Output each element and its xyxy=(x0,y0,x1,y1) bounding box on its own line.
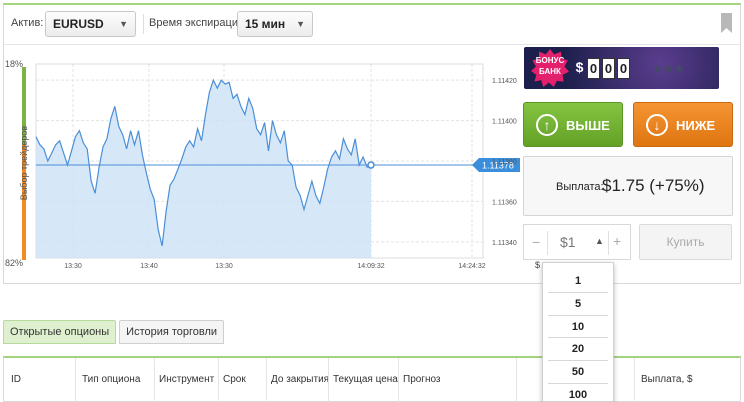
bonus-currency: $ xyxy=(575,59,584,75)
column-header: Текущая цена xyxy=(333,374,398,385)
amount-dropdown: 1 5 10 20 50 100 xyxy=(542,262,614,402)
toolbar: Актив: EURUSD ▼ Время экспирации: 15 мин… xyxy=(4,5,740,45)
dropdown-arrow-icon[interactable]: ▲ xyxy=(595,236,604,246)
increase-icon[interactable]: + xyxy=(613,233,621,249)
column-divider xyxy=(328,358,329,402)
column-divider xyxy=(75,358,76,402)
tab-open-options[interactable]: Открытые опционы xyxy=(3,320,117,344)
bonus-line-2: БАНК xyxy=(539,67,561,76)
chart-area: Выбор трейдеров xyxy=(9,58,491,272)
amount-option[interactable]: 5 xyxy=(548,293,608,316)
star-icon: ★★★ xyxy=(652,61,685,76)
amount-option[interactable]: 50 xyxy=(548,361,608,384)
toolbar-divider xyxy=(143,14,144,34)
traders-choice-label: Выбор трейдеров xyxy=(19,125,29,201)
expiry-label: Время экспирации: xyxy=(149,17,248,29)
column-header: Тип опциона xyxy=(82,374,141,385)
amount-option[interactable]: 100 xyxy=(548,384,608,402)
column-header: Выплата, $ xyxy=(641,374,693,385)
expiry-select-value: 15 мин xyxy=(245,17,286,31)
payout-label: Выплата: xyxy=(556,181,604,193)
asset-label: Актив: xyxy=(11,17,44,29)
call-button[interactable]: ↑ ВЫШЕ xyxy=(523,102,623,147)
column-divider xyxy=(218,358,219,402)
column-header: До закрытия xyxy=(271,374,330,385)
arrow-up-icon: ↑ xyxy=(536,114,558,136)
asset-select[interactable]: EURUSD ▼ xyxy=(45,11,136,37)
payout-box: Выплата: $1.75 (+75%) xyxy=(523,156,733,216)
bonus-bank-banner[interactable]: БОНУС БАНК $ 0 0 0 ★★★ xyxy=(524,47,719,89)
column-header: Инструмент xyxy=(159,374,215,385)
call-button-label: ВЫШЕ xyxy=(566,118,610,133)
bookmark-icon[interactable] xyxy=(721,13,732,33)
currency-label: $ xyxy=(535,260,541,270)
history-tabs: Открытые опционы История торговли xyxy=(3,320,227,344)
column-header: Прогноз xyxy=(403,374,441,385)
bonus-digit: 0 xyxy=(602,58,615,79)
buy-button[interactable]: Купить xyxy=(639,224,732,260)
column-divider xyxy=(398,358,399,402)
options-table-header: ID Тип опциона Инструмент Срок До закрыт… xyxy=(3,356,741,402)
amount-value[interactable]: $1 xyxy=(560,234,576,250)
chevron-down-icon: ▼ xyxy=(119,19,128,29)
decrease-icon[interactable]: − xyxy=(532,234,540,250)
column-divider xyxy=(634,358,635,402)
amount-option[interactable]: 10 xyxy=(548,316,608,339)
put-button-label: НИЖЕ xyxy=(676,118,716,133)
put-button[interactable]: ↓ НИЖЕ xyxy=(633,102,733,147)
column-header: ID xyxy=(11,374,21,385)
column-header: Срок xyxy=(223,374,246,385)
amount-option[interactable]: 1 xyxy=(548,270,608,293)
bonus-digit: 0 xyxy=(617,58,630,79)
bonus-counter: $ 0 0 0 xyxy=(574,58,630,79)
divider xyxy=(608,231,609,255)
chevron-down-icon: ▼ xyxy=(296,19,305,29)
column-divider xyxy=(266,358,267,402)
column-divider xyxy=(154,358,155,402)
arrow-down-icon: ↓ xyxy=(646,114,668,136)
payout-value: $1.75 (+75%) xyxy=(602,176,705,195)
asset-select-value: EURUSD xyxy=(53,17,104,31)
amount-option[interactable]: 20 xyxy=(548,338,608,362)
column-divider xyxy=(516,358,517,402)
bonus-badge-text: БОНУС БАНК xyxy=(532,55,568,77)
amount-stepper[interactable]: − $1 ▲ + xyxy=(523,224,631,260)
bonus-line-1: БОНУС xyxy=(535,56,565,65)
expiry-select[interactable]: 15 мин ▼ xyxy=(237,11,313,37)
bonus-digit: 0 xyxy=(587,58,600,79)
tab-trade-history[interactable]: История торговли xyxy=(119,320,225,344)
divider xyxy=(547,231,548,255)
